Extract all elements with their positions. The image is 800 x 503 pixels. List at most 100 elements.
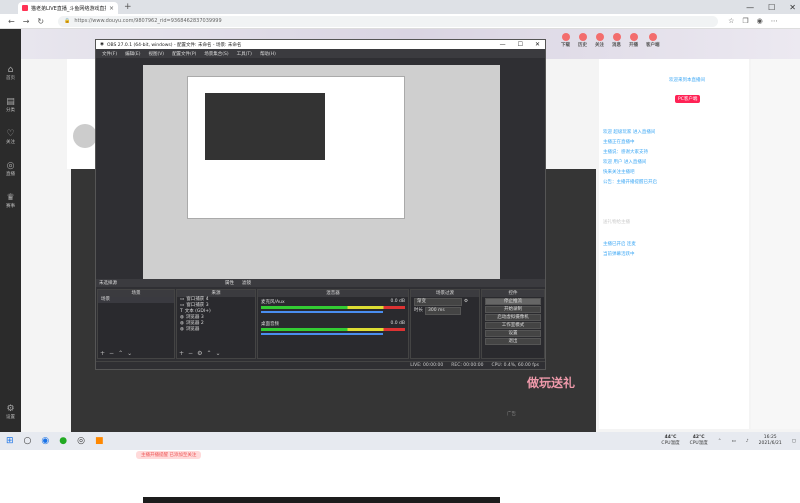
sidebar-item-events[interactable]: ♛ 赛事 xyxy=(0,193,21,209)
windows-taskbar: ⊞ ○ ◉ ● ◎ ■ 44°C CPU温度 42°C CPU温度 ⌃ ▭ ♪ 16… xyxy=(0,432,800,450)
transition-select[interactable]: 渐变 xyxy=(414,298,462,306)
chat-line: 快来关注主播吧 xyxy=(603,170,635,175)
gear-icon[interactable]: ⚙ xyxy=(197,350,202,357)
search-icon[interactable]: ○ xyxy=(24,436,32,446)
tray-chevron-icon[interactable]: ⌃ xyxy=(718,439,722,444)
obs-minimize-button[interactable]: — xyxy=(500,41,506,48)
studio-mode-button[interactable]: 工作室模式 xyxy=(485,322,541,329)
home-icon: ⌂ xyxy=(7,65,14,75)
chat-line: 主播正在直播中 xyxy=(603,140,635,145)
sidebar-item-follow[interactable]: ♡ 关注 xyxy=(0,129,21,145)
mixer-dock: 混音器 麦克风/Aux 0.0 dB 桌面音频 0.0 dB xyxy=(257,289,409,359)
obs-menubar: 文件(F) 编辑(E) 视图(V) 配置文件(P) 场景集合(S) 工具(T) … xyxy=(96,49,545,58)
more-icon[interactable]: ⋯ xyxy=(771,17,778,25)
url-input[interactable]: 🔒 https://www.douyu.com/9807962_rid=9368… xyxy=(58,15,719,27)
top-link-follow[interactable]: 关注 xyxy=(595,33,604,48)
windows-start-icon[interactable]: ⊞ xyxy=(6,436,14,446)
sidebar-item-live[interactable]: ◎ 直播 xyxy=(0,161,21,177)
menu-help[interactable]: 帮助(H) xyxy=(260,51,276,57)
start-recording-button[interactable]: 开始录制 xyxy=(485,306,541,313)
gift-promo[interactable]: 做玩送礼 xyxy=(511,374,591,419)
browser-tab[interactable]: 猫老弟LIVE直播_斗鱼网络游戏直播平台 × xyxy=(18,2,118,14)
remove-icon[interactable]: − xyxy=(109,350,114,357)
tab-close-icon[interactable]: × xyxy=(109,5,114,12)
menu-view[interactable]: 视图(V) xyxy=(148,51,164,57)
menu-file[interactable]: 文件(F) xyxy=(102,51,117,57)
menu-edit[interactable]: 编辑(E) xyxy=(125,51,140,57)
sidebar-item-settings[interactable]: ⚙ 设置 xyxy=(0,404,21,420)
down-icon[interactable]: ⌄ xyxy=(215,350,220,357)
obs-taskbar-icon[interactable]: ◎ xyxy=(77,436,85,446)
top-link-history[interactable]: 历史 xyxy=(578,33,587,48)
scene-item[interactable]: 场景 xyxy=(98,297,174,303)
audio-meter xyxy=(261,328,405,331)
chrome-icon[interactable]: ● xyxy=(59,436,67,446)
filters-button[interactable]: 滤镜 xyxy=(242,280,251,286)
new-tab-button[interactable]: + xyxy=(124,2,132,12)
chat-line: 当前弹幕活跃中 xyxy=(603,252,635,257)
sidebar-item-category[interactable]: ▤ 分类 xyxy=(0,97,21,113)
back-icon[interactable]: ← xyxy=(8,17,15,26)
site-sidebar: ⌂ 首页 ▤ 分类 ♡ 关注 ◎ 直播 ♛ 赛事 ⚙ 设置 xyxy=(0,29,21,432)
obs-preview[interactable] xyxy=(143,65,500,503)
menu-scene-collection[interactable]: 场景集合(S) xyxy=(204,51,228,57)
chat-line: 主播已开启 连麦 xyxy=(603,242,636,247)
clock[interactable]: 16:25 2021/6/21 xyxy=(759,435,782,447)
gear-icon: ⚙ xyxy=(6,404,15,414)
top-link-client[interactable]: 客户端 xyxy=(646,33,660,48)
trophy-icon: ♛ xyxy=(6,193,15,203)
minimize-button[interactable]: — xyxy=(746,3,754,12)
top-link-download[interactable]: 下载 xyxy=(561,33,570,48)
edge-icon[interactable]: ◉ xyxy=(41,436,49,446)
chat-line: 送礼物给主播 xyxy=(603,220,630,225)
notification-icon[interactable]: ▢ xyxy=(792,439,796,444)
chat-line: 欢迎 用户 进入直播间 xyxy=(603,160,647,165)
volume-slider[interactable] xyxy=(261,311,384,313)
chat-line: 公告：主播开播提醒已开启 xyxy=(603,180,657,185)
forward-icon[interactable]: → xyxy=(23,17,30,26)
obs-window[interactable]: ◉ OBS 27.0.1 (64-bit, windows) - 配置文件: 未… xyxy=(95,39,546,503)
controls-dock-title: 控件 xyxy=(482,290,544,297)
settings-button[interactable]: 设置 xyxy=(485,330,541,337)
menu-profile[interactable]: 配置文件(P) xyxy=(172,51,196,57)
obs-titlebar[interactable]: ◉ OBS 27.0.1 (64-bit, windows) - 配置文件: 未… xyxy=(96,40,545,49)
no-source-label: 未选择源 xyxy=(99,281,117,286)
menu-tools[interactable]: 工具(T) xyxy=(237,51,252,57)
reload-icon[interactable]: ↻ xyxy=(37,17,44,26)
profile-icon[interactable]: ◉ xyxy=(757,17,763,25)
exit-button[interactable]: 退出 xyxy=(485,338,541,345)
up-icon[interactable]: ⌃ xyxy=(206,350,211,357)
close-button[interactable]: ✕ xyxy=(789,3,796,12)
duration-input[interactable]: 300 ms xyxy=(425,307,461,315)
volume-icon[interactable]: ♪ xyxy=(746,439,749,444)
pc-client-button[interactable]: PC客户端 xyxy=(675,95,701,103)
virtual-camera-button[interactable]: 启动虚拟摄像机 xyxy=(485,314,541,321)
add-icon[interactable]: + xyxy=(100,350,105,357)
maximize-button[interactable]: ☐ xyxy=(768,3,775,12)
star-icon[interactable]: ☆ xyxy=(728,17,734,25)
category-icon: ▤ xyxy=(6,97,15,107)
add-icon[interactable]: + xyxy=(179,350,184,357)
down-icon[interactable]: ⌄ xyxy=(127,350,132,357)
douyu-favicon-icon xyxy=(22,5,28,11)
volume-slider[interactable] xyxy=(261,333,384,335)
gear-icon[interactable]: ⚙ xyxy=(464,299,468,305)
avatar[interactable] xyxy=(73,124,97,148)
top-link-messages[interactable]: 消息 xyxy=(612,33,621,48)
mixer-channel[interactable]: 麦克风/Aux 0.0 dB xyxy=(261,299,405,313)
stop-streaming-button[interactable]: 停止推流 xyxy=(485,298,541,305)
network-icon[interactable]: ▭ xyxy=(732,439,736,444)
up-icon[interactable]: ⌃ xyxy=(118,350,123,357)
tab-title: 猫老弟LIVE直播_斗鱼网络游戏直播平台 xyxy=(31,5,106,12)
collections-icon[interactable]: ❐ xyxy=(742,17,748,25)
chat-line: 主播说：感谢大家支持 xyxy=(603,150,648,155)
app-taskbar-icon[interactable]: ■ xyxy=(95,436,104,446)
obs-close-button[interactable]: ✕ xyxy=(535,41,540,48)
sidebar-item-home[interactable]: ⌂ 首页 xyxy=(0,65,21,81)
source-item[interactable]: ◍ 浏览器 xyxy=(177,327,255,333)
remove-icon[interactable]: − xyxy=(188,350,193,357)
obs-maximize-button[interactable]: ☐ xyxy=(518,41,523,48)
mixer-channel[interactable]: 桌面音频 0.0 dB xyxy=(261,321,405,335)
top-link-broadcast[interactable]: 开播 xyxy=(629,33,638,48)
properties-button[interactable]: 属性 xyxy=(225,280,234,286)
